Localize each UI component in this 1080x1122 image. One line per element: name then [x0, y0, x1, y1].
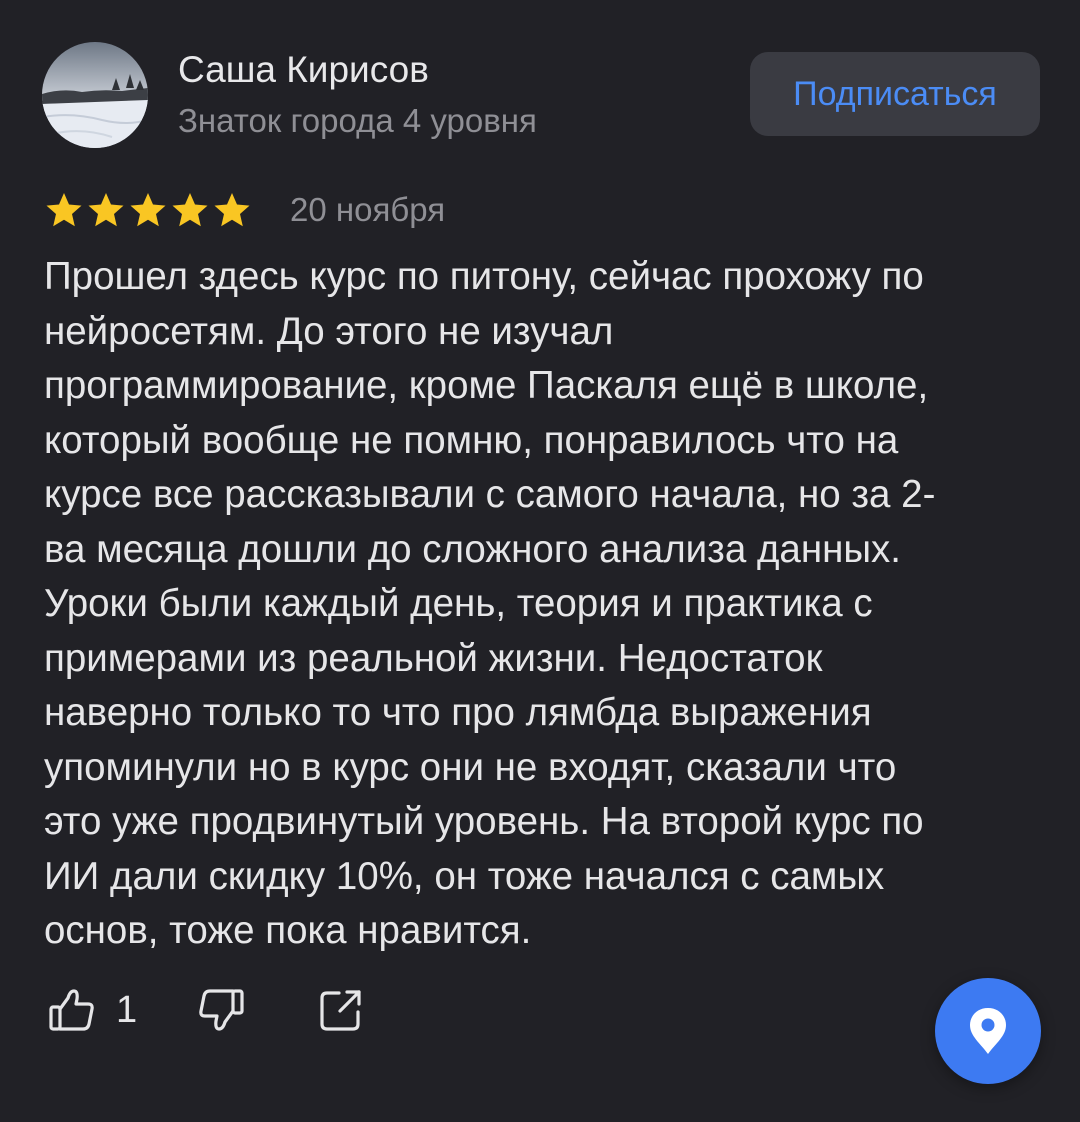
map-pin-icon	[970, 1008, 1006, 1054]
dislike-button[interactable]	[193, 982, 249, 1038]
review-header: Саша Кирисов Знаток города 4 уровня Подп…	[42, 42, 1040, 148]
star-icon	[46, 193, 82, 227]
star-icon	[88, 193, 124, 227]
rating-stars	[44, 190, 252, 230]
star-icon	[130, 193, 166, 227]
avatar[interactable]	[42, 42, 148, 148]
review-actions: 1	[44, 982, 369, 1038]
thumbs-up-icon	[49, 989, 94, 1031]
thumbs-down-icon	[199, 989, 244, 1031]
like-count: 1	[116, 988, 138, 1031]
review-date: 20 ноября	[290, 191, 446, 228]
star-icon	[172, 193, 208, 227]
map-fab-button[interactable]	[935, 978, 1041, 1084]
share-button[interactable]	[313, 982, 369, 1038]
star-icon	[214, 193, 250, 227]
author-level: Знаток города 4 уровня	[178, 102, 537, 139]
review-meta: 20 ноября	[44, 188, 445, 232]
author-name[interactable]: Саша Кирисов	[178, 48, 429, 92]
like-button[interactable]: 1	[44, 982, 137, 1038]
avatar-image	[42, 42, 148, 148]
subscribe-button[interactable]: Подписаться	[750, 52, 1040, 136]
review-text: Прошел здесь курс по питону, сейчас прох…	[44, 255, 936, 952]
share-icon	[320, 990, 361, 1031]
